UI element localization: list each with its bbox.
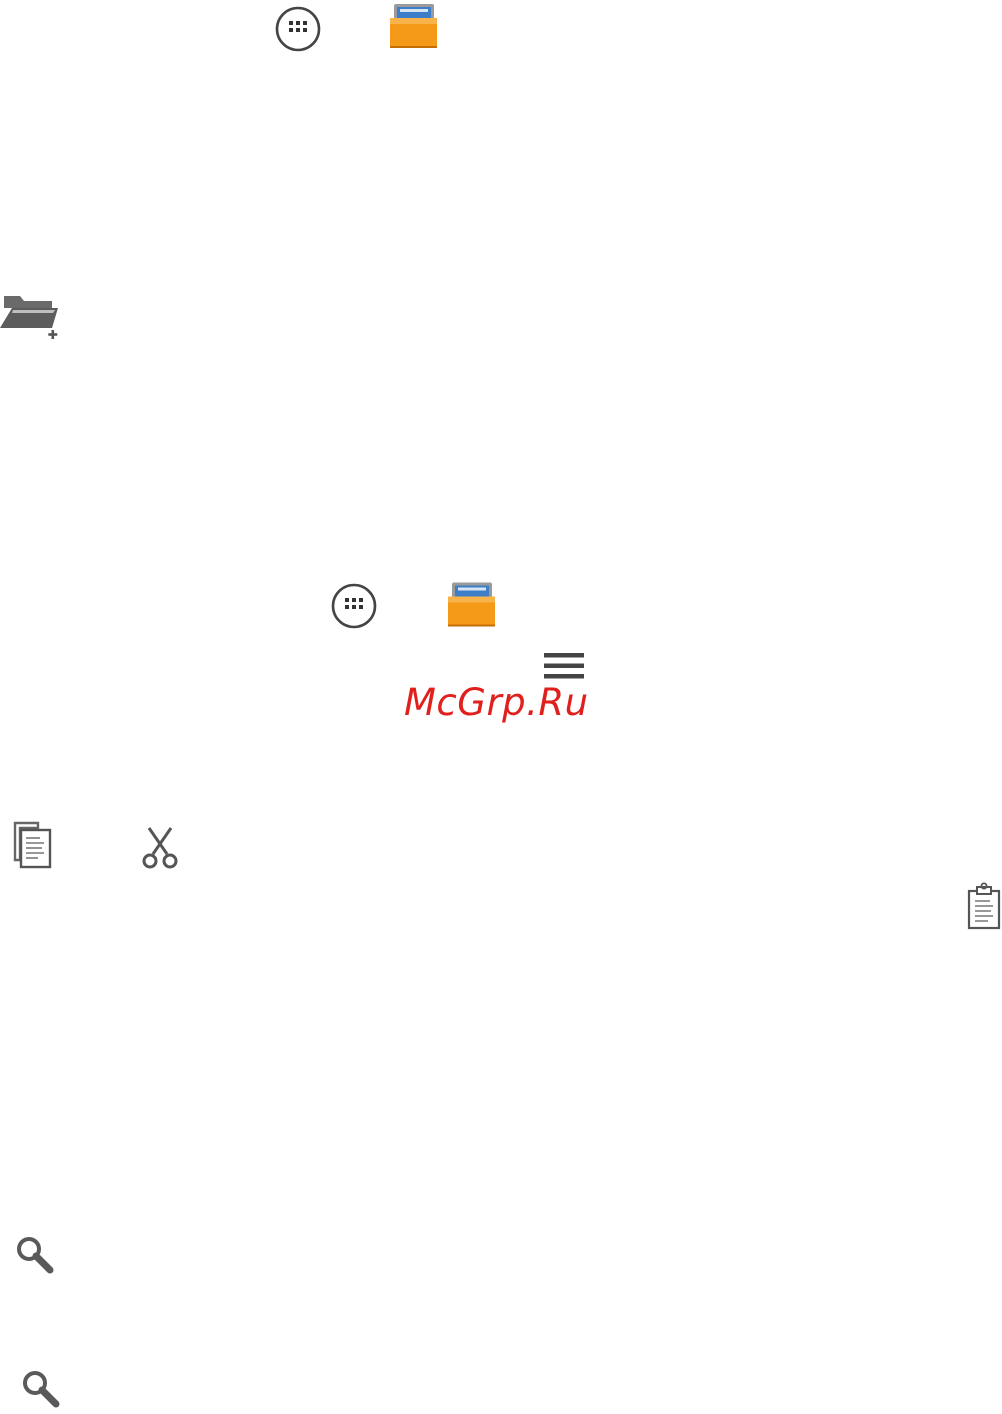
scissors-icon <box>140 826 180 870</box>
clipboard-icon <box>966 882 1002 930</box>
new-folder-icon <box>0 292 64 340</box>
apps-grid-icon <box>274 5 322 53</box>
search-icon <box>14 1234 56 1276</box>
search-icon <box>20 1368 62 1410</box>
menu-icon <box>543 651 585 681</box>
watermark-text: McGrp.Ru <box>404 681 589 724</box>
copy-icon <box>12 820 54 870</box>
gallery-folder-icon <box>446 580 497 629</box>
apps-grid-icon <box>330 582 378 630</box>
gallery-folder-icon <box>388 2 439 50</box>
